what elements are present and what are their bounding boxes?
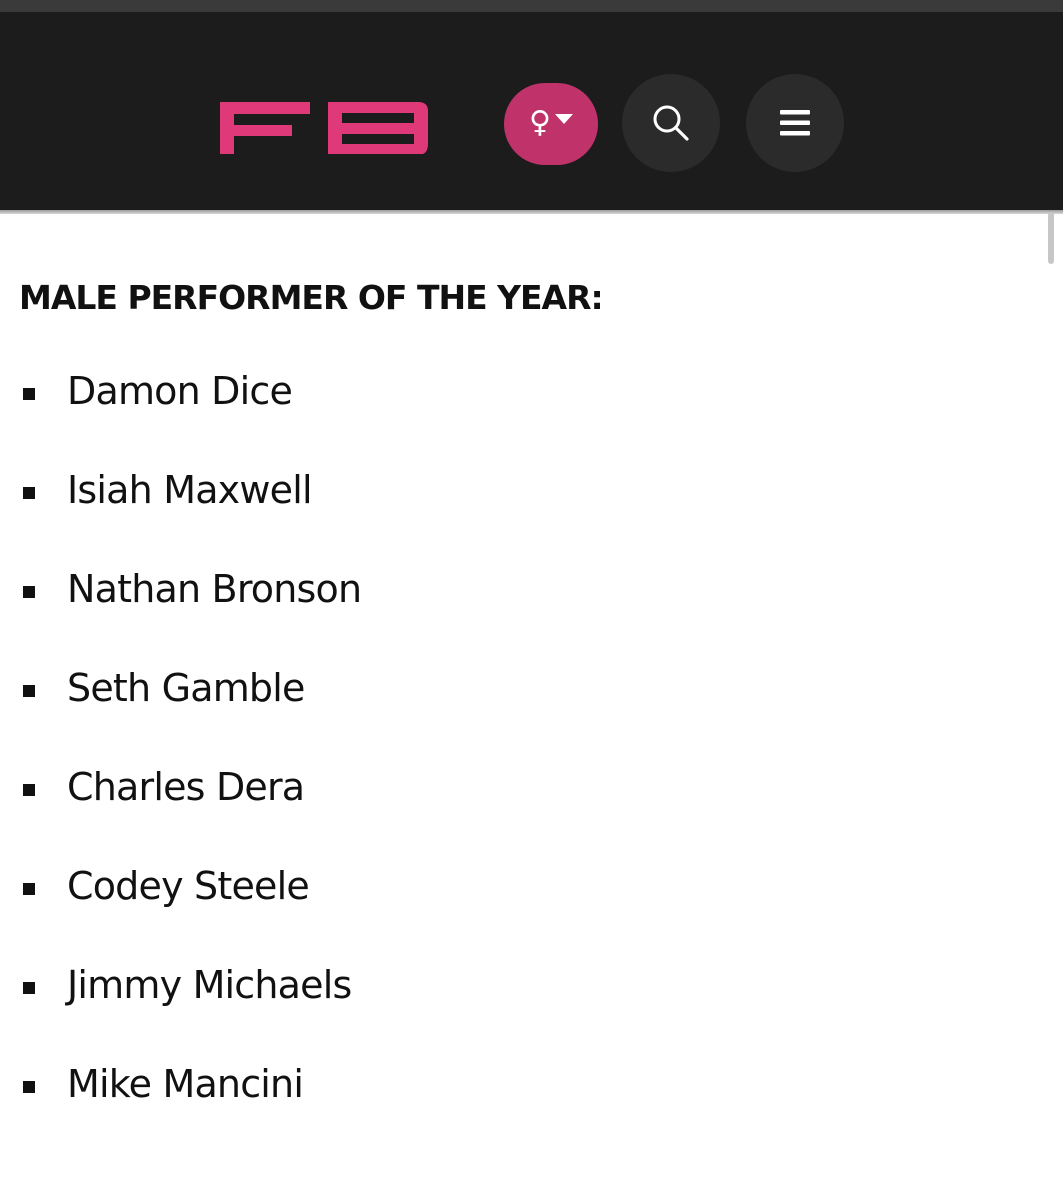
- menu-button[interactable]: [746, 74, 844, 172]
- search-button[interactable]: [622, 74, 720, 172]
- nominee-list: Damon Dice Isiah Maxwell Nathan Bronson …: [0, 364, 700, 1156]
- page-scrollbar[interactable]: [1048, 212, 1054, 264]
- bullet-icon: [23, 388, 35, 400]
- bullet-icon: [23, 685, 35, 697]
- nominee-name: Isiah Maxwell: [67, 468, 313, 512]
- list-item: Nathan Bronson: [0, 562, 700, 661]
- list-item: Seth Gamble: [0, 661, 700, 760]
- header-divider: [0, 210, 1063, 214]
- site-logo[interactable]: [218, 84, 430, 154]
- female-icon: ♀: [529, 105, 551, 140]
- nominee-name: Jimmy Michaels: [67, 963, 352, 1007]
- nominee-name: Seth Gamble: [67, 666, 305, 710]
- bullet-icon: [23, 487, 35, 499]
- list-item: Jimmy Michaels: [0, 958, 700, 1057]
- nominee-name: Nathan Bronson: [67, 567, 362, 611]
- nominee-name: Codey Steele: [67, 864, 310, 908]
- section-title: MALE PERFORMER OF THE YEAR:: [19, 278, 604, 317]
- bullet-icon: [23, 784, 35, 796]
- bullet-icon: [23, 1081, 35, 1093]
- list-item: Codey Steele: [0, 859, 700, 958]
- site-header: ♀: [0, 12, 1063, 210]
- browser-top-strip: [0, 0, 1063, 12]
- gender-filter-dropdown[interactable]: ♀: [504, 83, 598, 165]
- caret-down-icon: [554, 114, 573, 124]
- bullet-icon: [23, 586, 35, 598]
- nominee-name: Mike Mancini: [67, 1062, 304, 1106]
- hamburger-menu-icon: [780, 110, 810, 136]
- list-item: Mike Mancini: [0, 1057, 700, 1156]
- nominee-name: Charles Dera: [67, 765, 305, 809]
- list-item: Damon Dice: [0, 364, 700, 463]
- nominee-name: Damon Dice: [67, 369, 293, 413]
- bullet-icon: [23, 982, 35, 994]
- search-icon: [653, 105, 689, 141]
- list-item: Charles Dera: [0, 760, 700, 859]
- list-item: Isiah Maxwell: [0, 463, 700, 562]
- bullet-icon: [23, 883, 35, 895]
